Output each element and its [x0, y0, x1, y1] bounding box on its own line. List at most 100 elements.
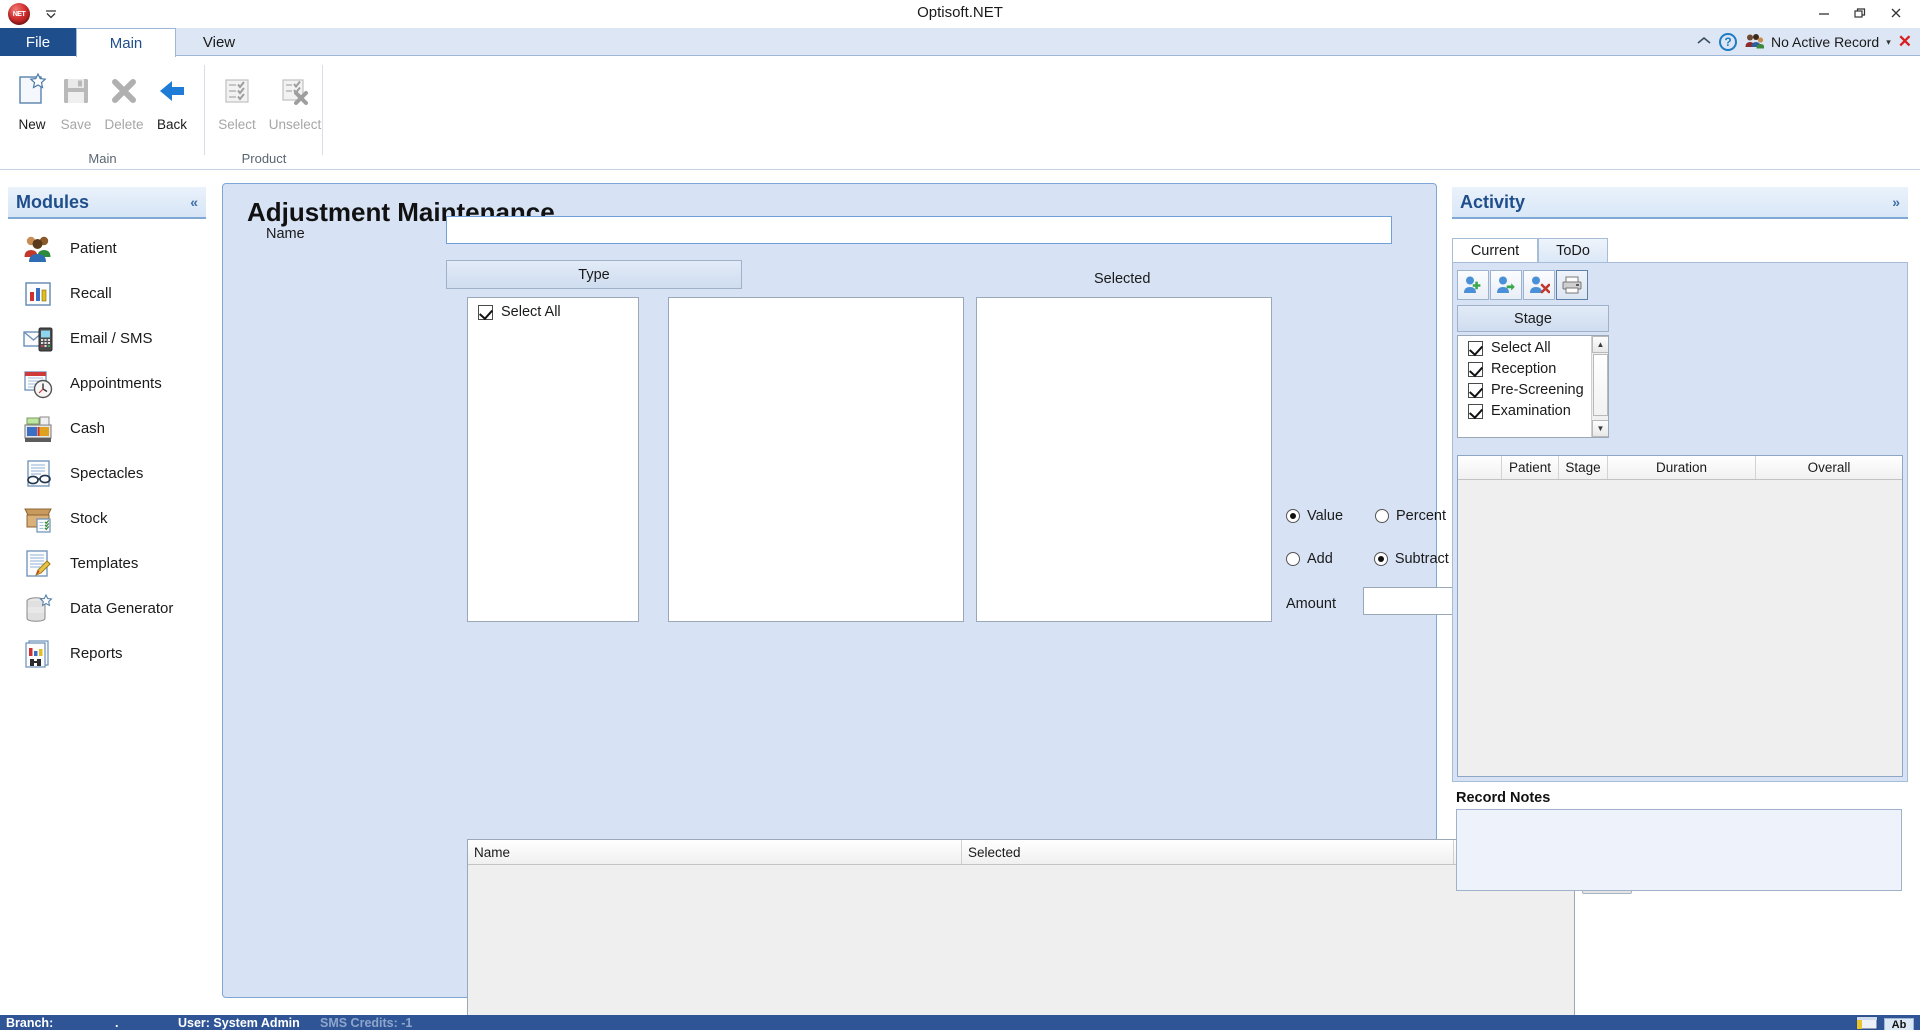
sidebar-item-patient[interactable]: Patient: [0, 226, 213, 271]
radio-value[interactable]: Value: [1286, 508, 1343, 524]
name-input[interactable]: [446, 216, 1392, 244]
radio-add-dot[interactable]: [1286, 552, 1300, 566]
remove-patient-icon[interactable]: [1523, 270, 1555, 300]
activity-col-blank[interactable]: [1458, 456, 1502, 479]
stage-reception-label: Reception: [1491, 361, 1557, 377]
minimize-icon[interactable]: [1806, 2, 1842, 24]
ribbon-group-product-label: Product: [241, 151, 287, 166]
adjustment-grid-header: Name Selected Adjustment: [468, 840, 1574, 865]
ribbon-button-delete-label: Delete: [104, 117, 144, 132]
help-icon[interactable]: ?: [1719, 33, 1738, 51]
print-icon[interactable]: [1556, 270, 1588, 300]
sidebar-item-spectacles[interactable]: Spectacles: [0, 451, 213, 496]
sidebar-item-cash[interactable]: Cash: [0, 406, 213, 451]
scrollbar-thumb[interactable]: [1593, 354, 1608, 416]
scroll-down-icon[interactable]: ▼: [1592, 420, 1608, 437]
radio-value-label: Value: [1307, 508, 1344, 524]
activity-expand-icon[interactable]: »: [1892, 194, 1900, 210]
stage-select-all-checkbox[interactable]: [1468, 340, 1483, 356]
move-patient-icon[interactable]: [1490, 270, 1522, 300]
ribbon-button-back[interactable]: Back: [140, 65, 204, 149]
activity-panel: Activity » Current ToDo Stage Select All…: [1452, 183, 1908, 998]
title-bar: NET Optisoft.NET: [0, 0, 1920, 28]
scroll-up-icon[interactable]: ▲: [1592, 336, 1608, 353]
clear-record-icon[interactable]: ✕: [1898, 32, 1912, 52]
tab-file[interactable]: File: [0, 28, 76, 56]
stage-item-examination[interactable]: Examination: [1458, 398, 1608, 419]
radio-subtract-dot[interactable]: [1373, 552, 1388, 566]
adjustment-grid[interactable]: Name Selected Adjustment: [467, 839, 1575, 1030]
ribbon-tabs: File Main View: [0, 28, 1920, 57]
radio-value-dot[interactable]: [1286, 509, 1300, 523]
sidebar-item-templates-label: Templates: [70, 555, 139, 572]
sidebar-item-email-sms[interactable]: Email / SMS: [0, 316, 213, 361]
save-disk-icon: [56, 71, 96, 111]
stage-list-scrollbar[interactable]: ▲ ▼: [1591, 336, 1608, 437]
patient-group-icon: [22, 233, 54, 265]
window-title: Optisoft.NET: [917, 4, 1003, 21]
sidebar-item-templates[interactable]: Templates: [0, 541, 213, 586]
stage-reception-checkbox[interactable]: [1468, 361, 1483, 377]
tab-main[interactable]: Main: [76, 28, 176, 57]
grid-col-name[interactable]: Name: [468, 840, 962, 864]
activity-col-patient[interactable]: Patient: [1502, 456, 1559, 479]
sidebar-item-recall-label: Recall: [70, 285, 112, 302]
selected-list[interactable]: [976, 297, 1272, 622]
ribbon-button-unselect-label: Unselect: [268, 117, 322, 132]
close-icon[interactable]: [1878, 2, 1914, 24]
type-column-header[interactable]: Type: [446, 260, 742, 289]
record-notes-box[interactable]: [1456, 809, 1902, 891]
application-window: NET Optisoft.NET File Main View ? No Act…: [0, 0, 1920, 1030]
radio-percent-dot[interactable]: [1375, 509, 1390, 523]
stage-pre-screening-checkbox[interactable]: [1468, 382, 1483, 398]
type-list[interactable]: [668, 297, 964, 622]
stage-column-header[interactable]: Stage: [1457, 305, 1609, 332]
stage-item-pre-screening[interactable]: Pre-Screening: [1458, 377, 1608, 398]
sidebar-item-reports[interactable]: Reports: [0, 631, 213, 676]
stage-item-select-all[interactable]: Select All: [1458, 336, 1608, 356]
grid-col-selected[interactable]: Selected: [962, 840, 1454, 864]
branches-select-all-checkbox[interactable]: [478, 304, 493, 320]
workspace: Modules « Patient Recall Email / SMS App…: [0, 170, 1920, 1030]
radio-percent[interactable]: Percent: [1375, 508, 1446, 524]
ab-button[interactable]: Ab: [1884, 1015, 1914, 1030]
sidebar-item-recall[interactable]: Recall: [0, 271, 213, 316]
unselect-list-icon: [275, 71, 315, 111]
stage-pre-screening-label: Pre-Screening: [1491, 382, 1584, 398]
templates-pencil-icon: [22, 548, 54, 580]
sidebar-item-appointments[interactable]: Appointments: [0, 361, 213, 406]
ribbon-button-unselect[interactable]: Unselect: [259, 65, 331, 149]
branches-select-all-row[interactable]: Select All: [468, 298, 638, 320]
chevron-down-icon[interactable]: ▾: [1886, 37, 1891, 48]
sidebar-item-patient-label: Patient: [70, 240, 117, 257]
activity-grid[interactable]: Patient Stage Duration Overall: [1457, 455, 1903, 777]
branches-list[interactable]: Select All: [467, 297, 639, 622]
tab-todo[interactable]: ToDo: [1538, 238, 1608, 262]
active-record-label: No Active Record: [1771, 34, 1880, 50]
users-icon[interactable]: [1744, 33, 1765, 52]
radio-subtract[interactable]: Subtract: [1373, 551, 1449, 567]
tab-view[interactable]: View: [180, 28, 258, 56]
add-subtract-radio-group: Add Subtract: [1286, 551, 1449, 567]
stage-select-all-label: Select All: [1491, 340, 1551, 356]
stage-list[interactable]: Select All Reception Pre-Screening Exami…: [1457, 335, 1609, 438]
activity-tabs: Current ToDo: [1452, 238, 1908, 262]
home-icon[interactable]: [1696, 34, 1712, 50]
activity-col-stage[interactable]: Stage: [1559, 456, 1608, 479]
tab-current[interactable]: Current: [1452, 238, 1538, 262]
add-patient-icon[interactable]: [1457, 270, 1489, 300]
activity-col-overall[interactable]: Overall: [1756, 456, 1902, 479]
activity-col-duration[interactable]: Duration: [1608, 456, 1756, 479]
sidebar-item-stock[interactable]: Stock: [0, 496, 213, 541]
back-arrow-icon: [152, 71, 192, 111]
sidebar-item-data-generator[interactable]: Data Generator: [0, 586, 213, 631]
window-icon[interactable]: [1856, 1016, 1878, 1030]
status-branch-value: .: [115, 1015, 119, 1030]
restore-icon[interactable]: [1842, 2, 1878, 24]
stage-item-reception[interactable]: Reception: [1458, 356, 1608, 377]
stage-examination-checkbox[interactable]: [1468, 403, 1483, 419]
radio-add[interactable]: Add: [1286, 551, 1333, 567]
sidebar-collapse-icon[interactable]: «: [190, 194, 198, 210]
email-sms-icon: [22, 323, 54, 355]
activity-grid-header: Patient Stage Duration Overall: [1458, 456, 1902, 480]
